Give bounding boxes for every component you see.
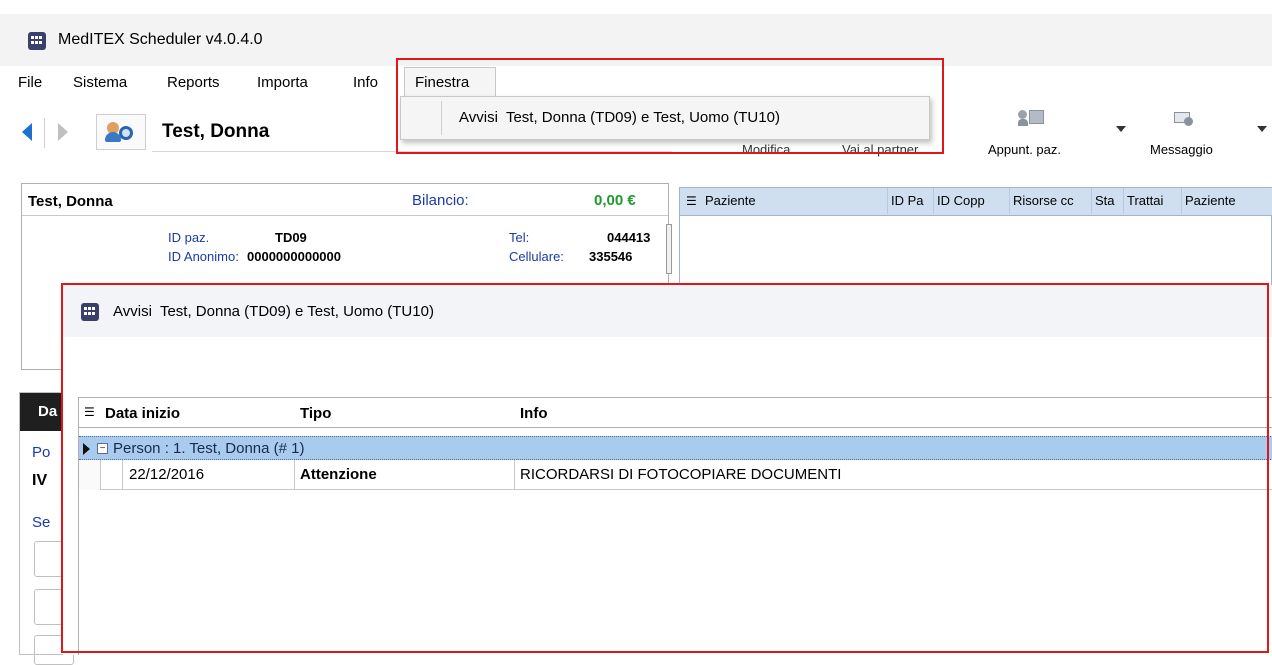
back-divider [44,118,45,148]
back-arrow-icon[interactable] [22,123,32,141]
left-partial-line-se: Se [32,514,51,531]
left-partial-line-po: Po [32,444,51,461]
col-paziente-2[interactable]: Paziente [1182,188,1272,214]
patient-id-value: TD09 [275,230,307,245]
right-grid-header: ☰ Paziente ID Pa ID Copp Risorse cc Sta … [680,188,1272,216]
tel-value: 044413 [607,230,651,245]
menu-info[interactable]: Info [353,74,378,91]
balance-label: Bilancio: [412,192,469,209]
balance-value: 0,00 € [594,192,636,209]
app-icon [28,32,46,50]
menu-file[interactable]: File [18,74,42,91]
highlight-box-modal [61,283,1269,653]
message-button[interactable]: Messaggio [1150,142,1213,157]
patient-search-button[interactable] [96,114,146,150]
column-chooser-icon[interactable]: ☰ [686,194,697,208]
left-partial-line-iv: IV [32,472,48,489]
highlight-box-menu [396,58,944,154]
col-stato[interactable]: Sta [1092,188,1124,214]
col-risorse[interactable]: Risorse cc [1010,188,1092,214]
menu-sistema[interactable]: Sistema [73,74,127,91]
people-search-icon [105,120,137,144]
appointments-dropdown-icon[interactable] [1116,126,1126,132]
anon-id-value: 0000000000000 [247,249,341,264]
right-grid: ☰ Paziente ID Pa ID Copp Risorse cc Sta … [679,187,1272,287]
menu-importa[interactable]: Importa [257,74,308,91]
col-id-coppia[interactable]: ID Copp [934,188,1010,214]
cell-value: 335546 [589,249,633,264]
col-trattamento[interactable]: Trattai [1124,188,1182,214]
cell-label: Cellulare: [509,249,564,264]
info-scrollbar[interactable] [666,224,672,274]
message-icon [1174,110,1194,126]
forward-arrow-icon[interactable] [58,123,68,141]
anon-id-label: ID Anonimo: [168,249,239,264]
col-id-paz[interactable]: ID Pa [888,188,934,214]
col-paziente[interactable]: Paziente [702,188,888,214]
tel-label: Tel: [509,230,530,245]
appointments-icon [1018,108,1044,128]
menu-reports[interactable]: Reports [167,74,220,91]
patient-id-label: ID paz. [168,230,210,245]
message-dropdown-icon[interactable] [1257,126,1267,132]
patient-panel-name: Test, Donna [28,193,113,210]
patient-panel-header: Test, Donna Bilancio: 0,00 € [22,184,668,216]
window-title: MedITEX Scheduler v4.0.4.0 [58,31,263,48]
appointments-button[interactable]: Appunt. paz. [988,142,1061,157]
left-partial-header-text: Da [38,403,58,420]
